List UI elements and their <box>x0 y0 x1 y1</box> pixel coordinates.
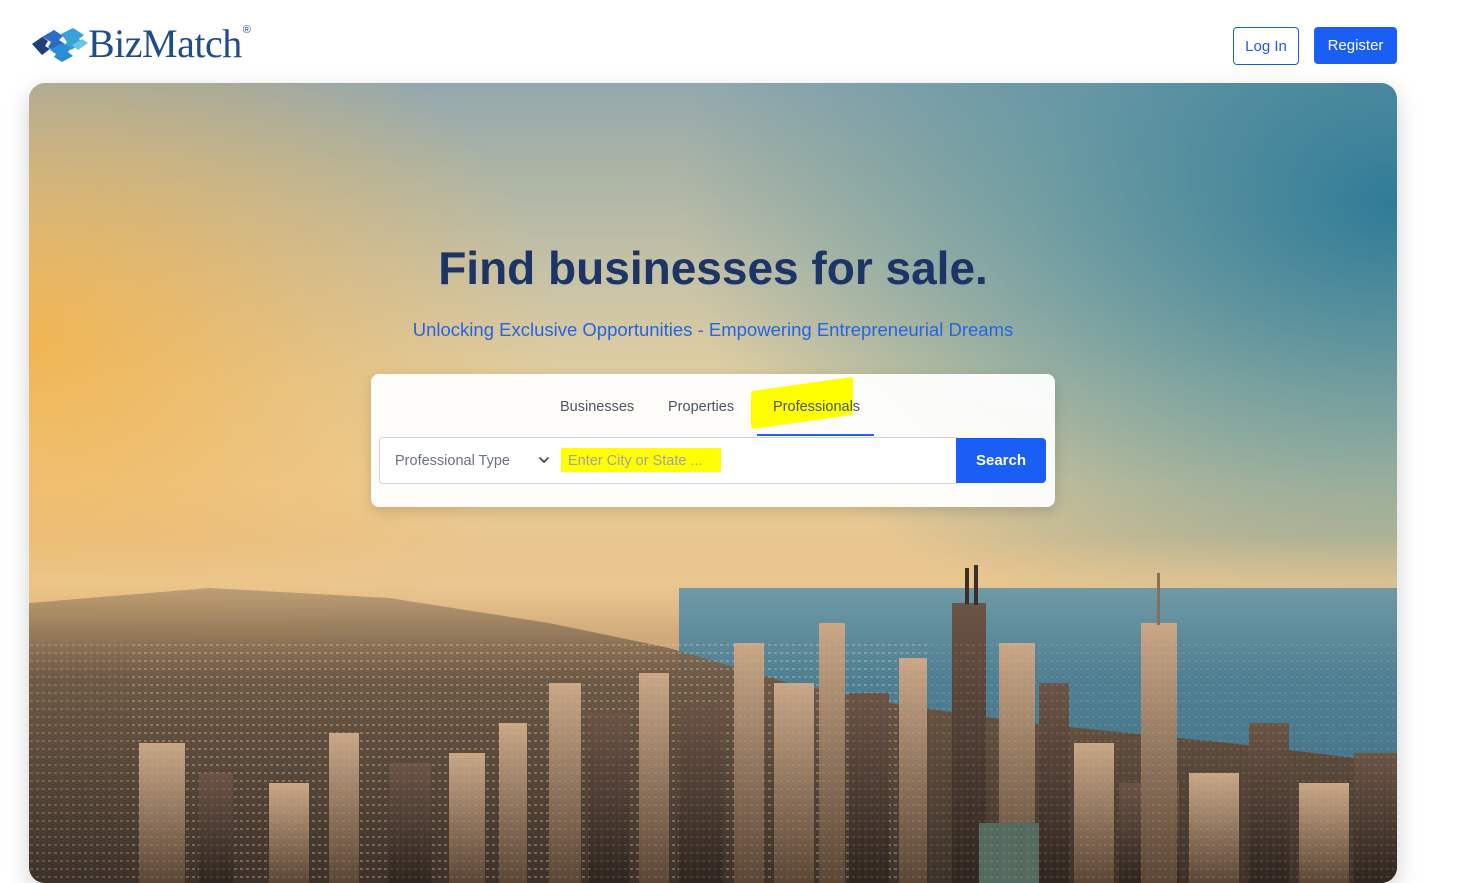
hero-subheadline: Unlocking Exclusive Opportunities - Empo… <box>412 319 1014 340</box>
register-button[interactable]: Register <box>1314 27 1397 64</box>
login-button[interactable]: Log In <box>1233 27 1299 65</box>
tab-professionals[interactable]: Professionals <box>773 399 860 415</box>
brand-name: BizMatch <box>88 21 242 66</box>
puzzle-logo-icon <box>32 28 88 62</box>
search-button[interactable]: Search <box>956 438 1046 483</box>
location-field <box>559 437 957 484</box>
site-header: BizMatch ® Log In Register <box>0 0 1470 83</box>
chevron-down-icon <box>539 457 549 463</box>
search-tabs: Businesses Properties Professionals <box>371 374 1055 436</box>
tab-businesses[interactable]: Businesses <box>560 399 634 415</box>
registered-mark: ® <box>242 24 251 36</box>
hero-headline: Find businesses for sale. <box>438 242 988 294</box>
bizmatch-logo[interactable]: BizMatch ® <box>28 20 251 68</box>
professional-type-select[interactable]: Professional Type <box>379 437 560 484</box>
city-state-input[interactable] <box>559 438 956 483</box>
hero-banner: Find businesses for sale. Unlocking Excl… <box>29 83 1397 883</box>
search-panel: Businesses Properties Professionals Prof… <box>371 374 1055 507</box>
tab-properties[interactable]: Properties <box>668 399 734 415</box>
active-tab-indicator <box>757 434 874 436</box>
professional-type-value: Professional Type <box>395 452 510 469</box>
